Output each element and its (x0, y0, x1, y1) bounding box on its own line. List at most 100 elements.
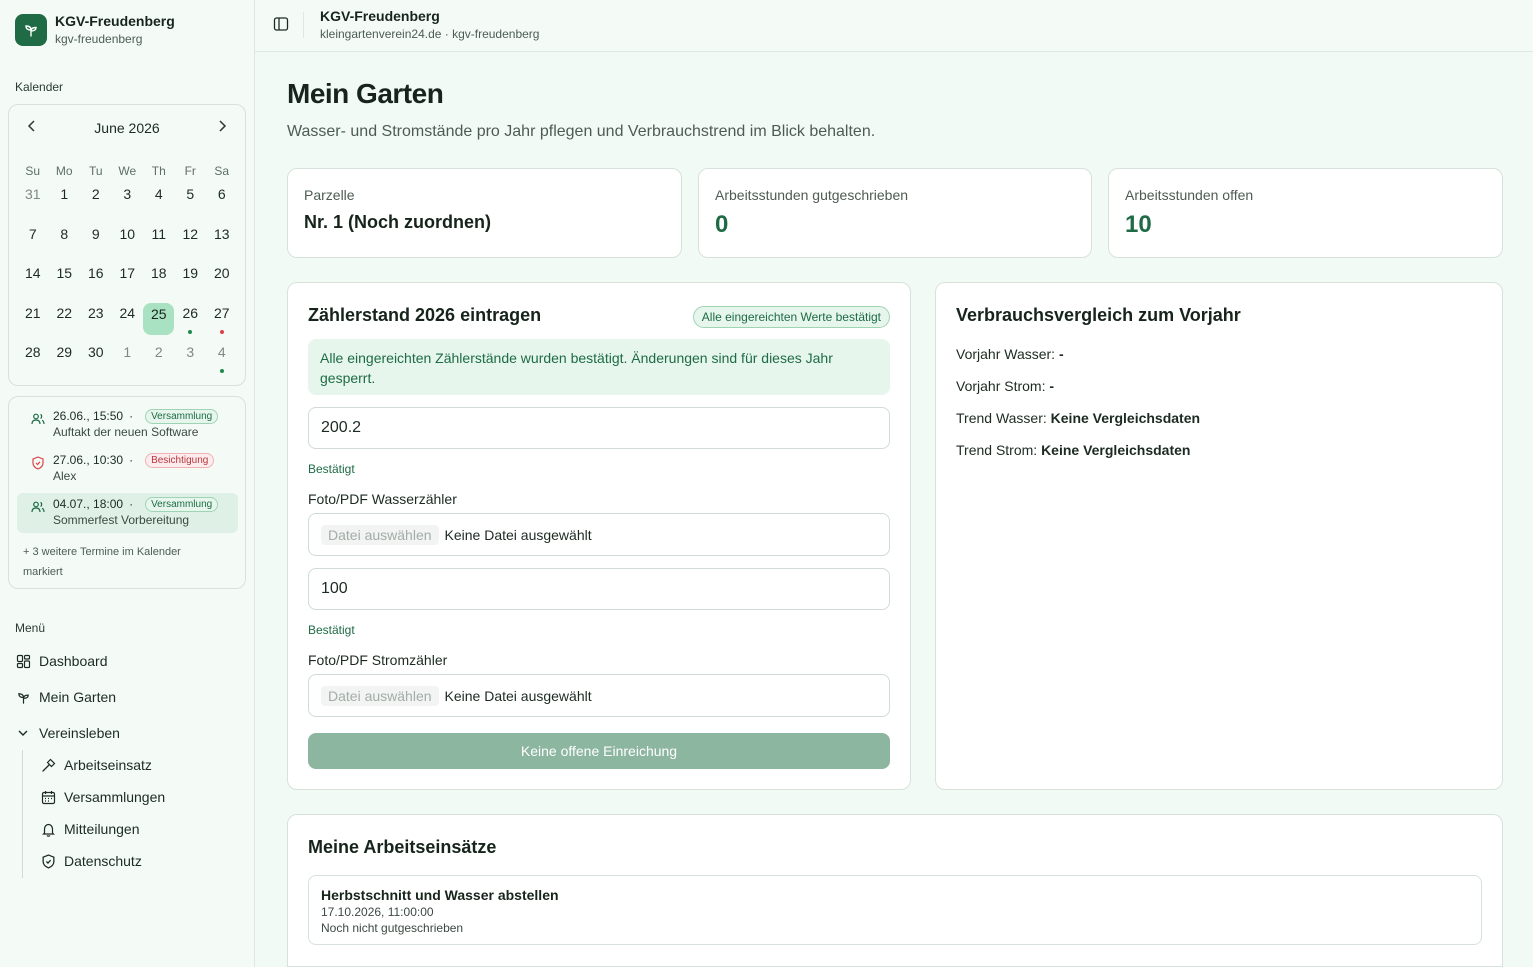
calendar-day[interactable]: 2 (143, 339, 175, 379)
calendar-day[interactable]: 23 (80, 300, 112, 340)
calendar-day[interactable]: 17 (112, 260, 144, 300)
weekday: We (118, 164, 137, 178)
event-dot (219, 329, 224, 334)
event-item[interactable]: 27.06., 10:30 · Besichtigung Alex (17, 449, 238, 489)
calendar-day[interactable]: 19 (175, 260, 207, 300)
menu-section-label: Menü (15, 621, 46, 635)
calendar-day[interactable]: 1 (112, 339, 144, 379)
calendar-day[interactable]: 24 (112, 300, 144, 340)
power-prev-row: Vorjahr Strom: - (956, 378, 1055, 394)
choose-file-button[interactable]: Datei auswählen (321, 685, 439, 706)
calendar-day[interactable]: 20 (206, 260, 238, 300)
header-divider (303, 12, 304, 38)
calendar-day[interactable]: 3 (175, 339, 207, 379)
menu-item-mein-garten[interactable]: Mein Garten (15, 687, 116, 707)
menu-item-vereinsleben[interactable]: Vereinsleben (15, 723, 120, 743)
job-title: Herbstschnitt und Wasser abstellen (321, 887, 559, 903)
sidebar-toggle-icon[interactable] (273, 16, 291, 34)
header-subtitle: kleingartenverein24.de · kgv-freudenberg (320, 27, 540, 41)
calendar-day[interactable]: 5 (175, 181, 207, 221)
stat-card-hours-credited: Arbeitsstunden gutgeschrieben 0 (698, 168, 1092, 258)
calendar-day[interactable]: 7 (17, 221, 49, 261)
event-badge: Versammlung (145, 497, 219, 512)
card-title: Meine Arbeitseinsätze (308, 837, 497, 857)
power-reading-input[interactable]: 100 (308, 568, 890, 610)
weekday: Fr (184, 164, 196, 178)
top-bar: KGV-Freudenberg kleingartenverein24.de ·… (255, 0, 1533, 52)
brand-slug: kgv-freudenberg (55, 32, 143, 46)
water-reading-input[interactable]: 200.2 (308, 407, 890, 449)
event-dot (188, 329, 193, 334)
menu-item-label: Datenschutz (64, 853, 142, 869)
calendar-day[interactable]: 3 (112, 181, 144, 221)
calendar-day[interactable]: 1 (49, 181, 81, 221)
users-icon (31, 500, 45, 514)
calendar-section-label: Kalender (15, 80, 64, 94)
calendar-day[interactable]: 8 (49, 221, 81, 261)
menu-item-arbeitseinsatz[interactable]: Arbeitseinsatz (40, 755, 152, 775)
power-file-label: Foto/PDF Stromzähler (308, 652, 448, 668)
card-title: Zählerstand 2026 eintragen (308, 305, 542, 325)
card-title: Verbrauchsvergleich zum Vorjahr (956, 305, 1241, 325)
chevron-right-icon[interactable] (211, 119, 233, 137)
calendar-day[interactable]: 31 (17, 181, 49, 221)
hammer-icon (40, 757, 56, 773)
water-file-input[interactable]: Datei auswählen Keine Datei ausgewählt (308, 513, 890, 556)
page-subtitle: Wasser- und Stromstände pro Jahr pflegen… (287, 123, 876, 140)
calendar-day[interactable]: 13 (206, 221, 238, 261)
menu-item-versammlungen[interactable]: Versammlungen (40, 787, 165, 807)
calendar-day[interactable]: 14 (17, 260, 49, 300)
calendar-day[interactable]: 12 (175, 221, 207, 261)
event-item[interactable]: 26.06., 15:50 · Versammlung Auftakt der ne… (17, 405, 238, 445)
list-item[interactable]: Herbstschnitt und Wasser abstellen 17.10… (308, 875, 1482, 945)
calendar-day[interactable]: 4 (206, 339, 238, 379)
menu-item-datenschutz[interactable]: Datenschutz (40, 851, 142, 871)
calendar-day[interactable]: 27 (206, 300, 238, 340)
choose-file-button[interactable]: Datei auswählen (321, 524, 439, 545)
calendar-day[interactable]: 15 (49, 260, 81, 300)
stat-card-parzelle: Parzelle Nr. 1 (Noch zuordnen) (287, 168, 682, 258)
shield-check-icon (40, 853, 56, 869)
calendar-day[interactable]: 16 (80, 260, 112, 300)
stat-label: Parzelle (304, 187, 355, 203)
water-status: Bestätigt (308, 462, 355, 476)
weekday: Su (25, 164, 41, 178)
power-file-input[interactable]: Datei auswählen Keine Datei ausgewählt (308, 674, 890, 717)
calendar-grid: Su Mo Tu We Th Fr Sa 31 1 2 3 4 5 6 7 8 … (17, 161, 238, 379)
calendar-day[interactable]: 9 (80, 221, 112, 261)
weekday: Mo (55, 164, 73, 178)
calendar-day[interactable]: 30 (80, 339, 112, 379)
calendar-day[interactable]: 18 (143, 260, 175, 300)
grid-icon (15, 653, 31, 669)
calendar-month: June 2026 (94, 120, 160, 136)
calendar-day[interactable]: 28 (17, 339, 49, 379)
calendar-day[interactable]: 6 (206, 181, 238, 221)
bell-icon (40, 821, 56, 837)
file-status: Keine Datei ausgewählt (444, 687, 592, 704)
calendar-day[interactable]: 11 (143, 221, 175, 261)
calendar-day[interactable]: 22 (49, 300, 81, 340)
calendar-day[interactable]: 10 (112, 221, 144, 261)
calendar: June 2026 Su Mo Tu We Th Fr Sa 31 1 2 3 … (8, 104, 246, 386)
event-badge: Besichtigung (145, 453, 215, 468)
menu-item-label: Mitteilungen (64, 821, 140, 837)
event-title: Sommerfest Vorbereitung (53, 513, 190, 527)
calendar-day[interactable]: 21 (17, 300, 49, 340)
upcoming-events: 26.06., 15:50 · Versammlung Auftakt der ne… (8, 396, 246, 589)
calendar-day-today[interactable]: 25 (143, 300, 175, 340)
brand[interactable]: KGV-Freudenberg kgv-freudenberg (15, 13, 175, 47)
calendar-day[interactable]: 4 (143, 181, 175, 221)
calendar-day[interactable]: 29 (49, 339, 81, 379)
calendar-day[interactable]: 2 (80, 181, 112, 221)
stat-label: Arbeitsstunden offen (1125, 187, 1254, 203)
chevron-left-icon[interactable] (21, 119, 43, 137)
menu-item-label: Mein Garten (39, 689, 117, 705)
menu-item-dashboard[interactable]: Dashboard (15, 651, 108, 671)
calendar-day[interactable]: 26 (175, 300, 207, 340)
jobs-card: Meine Arbeitseinsätze Herbstschnitt und … (287, 814, 1503, 967)
job-date: 17.10.2026, 11:00:00 (321, 905, 434, 919)
submit-button[interactable]: Keine offene Einreichung (308, 733, 890, 769)
event-title: Auftakt der neuen Software (53, 425, 199, 439)
menu-item-mitteilungen[interactable]: Mitteilungen (40, 819, 140, 839)
event-item[interactable]: 04.07., 18:00 · Versammlung Sommerfest Vor… (17, 493, 238, 533)
